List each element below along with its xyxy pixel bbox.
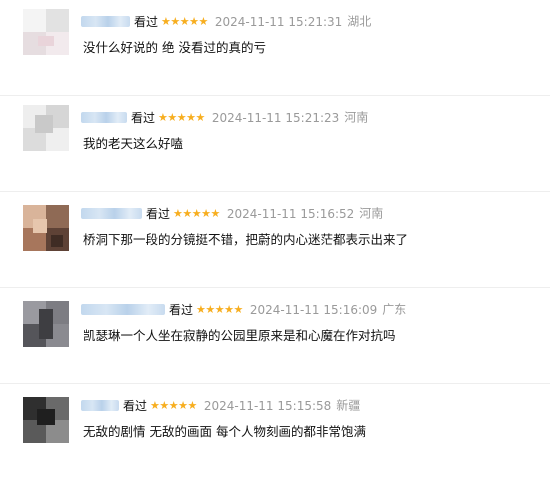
avatar[interactable] xyxy=(23,301,69,347)
watch-status: 看过 xyxy=(169,302,194,317)
comment-text: 凯瑟琳一个人坐在寂静的公园里原来是和心魔在作对抗吗 xyxy=(83,328,396,343)
comment-text: 我的老天这么好嗑 xyxy=(83,136,184,151)
comment-item: 看过 ★★★★★ 2024-11-11 15:16:09 广东 凯瑟琳一个人坐在寂静的… xyxy=(0,288,550,384)
watch-status: 看过 xyxy=(131,110,156,125)
rating-stars: ★★★★★ xyxy=(173,206,220,220)
comment-meta: 看过 ★★★★★ 2024-11-11 15:15:58 新疆 xyxy=(81,396,360,414)
avatar[interactable] xyxy=(23,397,69,443)
rating-stars: ★★★★★ xyxy=(196,302,243,316)
comment-time: 2024-11-11 15:21:23 xyxy=(211,110,340,125)
comment-location: 河南 xyxy=(359,206,384,221)
comment-text: 没什么好说的 绝 没看过的真的亏 xyxy=(83,40,266,55)
comment-meta: 看过 ★★★★★ 2024-11-11 15:16:09 广东 xyxy=(81,300,406,318)
watch-status: 看过 xyxy=(146,206,171,221)
avatar[interactable] xyxy=(23,105,69,151)
comment-location: 河南 xyxy=(344,110,369,125)
username-blurred[interactable] xyxy=(81,304,165,315)
comment-text: 桥洞下那一段的分镜挺不错，把蔚的内心迷茫都表示出来了 xyxy=(83,232,409,247)
username-blurred[interactable] xyxy=(81,400,119,411)
watch-status: 看过 xyxy=(123,398,148,413)
rating-stars: ★★★★★ xyxy=(158,110,205,124)
comment-time: 2024-11-11 15:15:58 xyxy=(203,398,332,413)
username-blurred[interactable] xyxy=(81,112,127,123)
comment-meta: 看过 ★★★★★ 2024-11-11 15:21:23 河南 xyxy=(81,108,368,126)
comment-time: 2024-11-11 15:21:31 xyxy=(214,14,343,29)
comment-meta: 看过 ★★★★★ 2024-11-11 15:16:52 河南 xyxy=(81,204,383,222)
watch-status: 看过 xyxy=(134,14,159,29)
comment-item: 看过 ★★★★★ 2024-11-11 15:21:23 河南 我的老天这么好嗑 xyxy=(0,96,550,192)
comment-item: 看过 ★★★★★ 2024-11-11 15:15:58 新疆 无敌的剧情 无敌的画面… xyxy=(0,384,550,480)
comment-item: 看过 ★★★★★ 2024-11-11 15:16:52 河南 桥洞下那一段的分镜挺不… xyxy=(0,192,550,288)
comment-time: 2024-11-11 15:16:09 xyxy=(249,302,378,317)
avatar[interactable] xyxy=(23,9,69,55)
comment-item: 看过 ★★★★★ 2024-11-11 15:21:31 湖北 没什么好说的 绝 没看… xyxy=(0,0,550,96)
username-blurred[interactable] xyxy=(81,16,130,27)
rating-stars: ★★★★★ xyxy=(150,398,197,412)
comment-text: 无敌的剧情 无敌的画面 每个人物刻画的都非常饱满 xyxy=(83,424,366,439)
avatar[interactable] xyxy=(23,205,69,251)
comment-list: 看过 ★★★★★ 2024-11-11 15:21:31 湖北 没什么好说的 绝 没看… xyxy=(0,0,550,462)
comment-location: 广东 xyxy=(382,302,407,317)
rating-stars: ★★★★★ xyxy=(161,14,208,28)
comment-location: 新疆 xyxy=(336,398,361,413)
comment-meta: 看过 ★★★★★ 2024-11-11 15:21:31 湖北 xyxy=(81,12,371,30)
username-blurred[interactable] xyxy=(81,208,142,219)
comment-time: 2024-11-11 15:16:52 xyxy=(226,206,355,221)
comment-location: 湖北 xyxy=(347,14,372,29)
